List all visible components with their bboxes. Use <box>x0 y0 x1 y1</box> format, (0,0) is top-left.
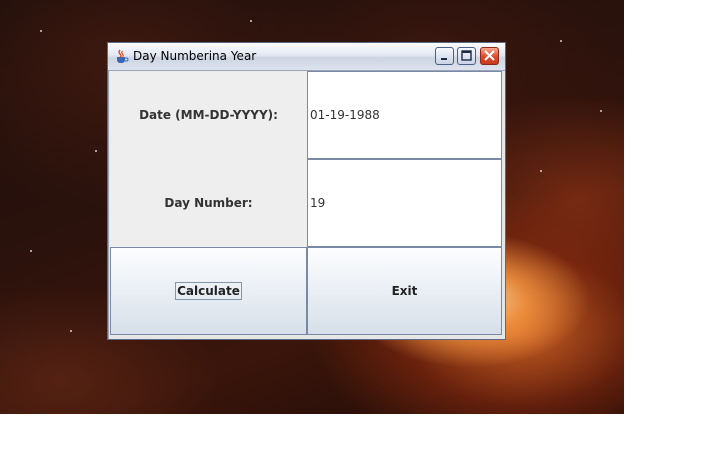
close-icon <box>484 50 495 61</box>
exit-button[interactable]: Exit <box>307 247 502 335</box>
star <box>70 330 72 332</box>
date-field[interactable]: 01-19-1988 <box>307 71 502 159</box>
java-coffee-icon[interactable] <box>114 48 130 64</box>
exit-button-label: Exit <box>391 284 418 298</box>
star <box>95 150 97 152</box>
minimize-icon <box>441 58 447 60</box>
star <box>540 170 542 172</box>
star <box>250 20 252 22</box>
star <box>30 250 32 252</box>
minimize-button[interactable] <box>435 47 454 65</box>
app-window: Day Numberina Year Date (MM-DD-YYYY): 01… <box>107 42 506 340</box>
star <box>560 40 562 42</box>
maximize-button[interactable] <box>457 47 476 65</box>
star <box>600 110 602 112</box>
title-bar[interactable]: Day Numberina Year <box>108 43 505 71</box>
calculate-button[interactable]: Calculate <box>110 247 307 335</box>
maximize-icon <box>461 50 472 61</box>
window-title: Day Numberina Year <box>133 49 257 63</box>
day-number-field[interactable]: 19 <box>307 159 502 247</box>
star <box>40 30 42 32</box>
close-button[interactable] <box>480 47 499 65</box>
day-number-label: Day Number: <box>110 159 307 247</box>
date-label: Date (MM-DD-YYYY): <box>110 71 307 159</box>
calculate-button-label: Calculate <box>175 282 242 300</box>
